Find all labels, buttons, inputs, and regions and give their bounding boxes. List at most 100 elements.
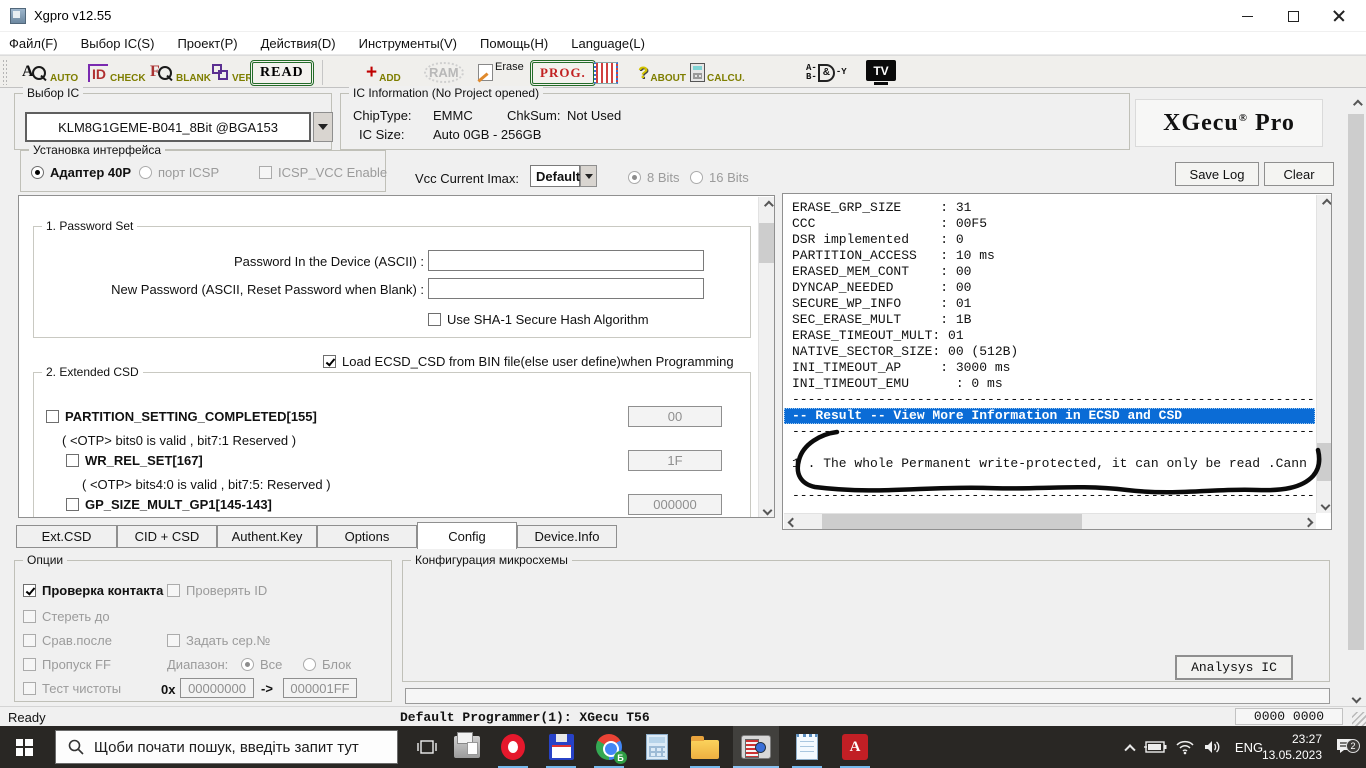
log-vscrollbar[interactable] [1316, 195, 1332, 513]
taskbar-icon-calculator[interactable] [634, 726, 680, 768]
range-all-radio[interactable]: Все [241, 657, 282, 672]
tab-config[interactable]: Config [417, 522, 517, 549]
taskbar-icon-acrobat[interactable]: A [832, 726, 878, 768]
skip-ff-checkbox[interactable]: Пропуск FF [23, 657, 111, 672]
prog-button[interactable]: PROG. [530, 56, 596, 89]
serial-number-checkbox[interactable]: Задать сер.№ [167, 633, 270, 648]
check-id-checkbox[interactable]: Проверять ID [167, 583, 267, 598]
log-text[interactable]: ERASE_GRP_SIZE : 31 CCC : 00F5 DSR imple… [784, 195, 1315, 513]
menu-select-ic[interactable]: Выбор IC(S) [81, 36, 155, 51]
taskbar-icon-notepad[interactable] [784, 726, 830, 768]
clean-test-checkbox[interactable]: Тест чистоты [23, 681, 121, 696]
config-panel-scrollbar[interactable] [758, 197, 774, 518]
ic-select-combobox[interactable]: KLM8G1GEME-B041_8Bit @BGA153 [25, 112, 311, 142]
taskbar-clock[interactable]: 23:27 13.05.2023 [1266, 726, 1322, 768]
calcu-button[interactable]: CALCU. [690, 56, 745, 89]
chip-test-button[interactable] [594, 56, 618, 89]
resize-grip[interactable] [1352, 712, 1366, 726]
tab-options[interactable]: Options [317, 525, 417, 548]
tv-button[interactable]: TV [866, 56, 896, 89]
tray-expand-button[interactable] [1118, 726, 1142, 768]
blank-button[interactable]: F BLANK [150, 56, 211, 89]
ic-select-dropdown-button[interactable] [313, 112, 333, 142]
ram-button[interactable]: RAM [424, 56, 464, 89]
bits16-radio[interactable]: 16 Bits [690, 170, 749, 185]
taskbar-icon-opera[interactable] [490, 726, 536, 768]
battery-indicator[interactable] [1140, 726, 1170, 768]
erase-before-checkbox[interactable]: Стереть до [23, 609, 110, 624]
wr-rel-set-checkbox[interactable]: WR_REL_SET[167] [66, 453, 203, 468]
maximize-button[interactable] [1270, 0, 1316, 32]
bits8-radio[interactable]: 8 Bits [628, 170, 680, 185]
compare-after-checkbox[interactable]: Срав.после [23, 633, 112, 648]
close-button[interactable] [1316, 0, 1362, 32]
scrollbar-thumb[interactable] [1317, 443, 1332, 481]
menu-project[interactable]: Проект(P) [177, 36, 237, 51]
notification-center-button[interactable]: 2 [1328, 726, 1362, 768]
main-vscrollbar[interactable] [1348, 96, 1364, 706]
scrollbar-thumb[interactable] [759, 223, 775, 263]
menu-actions[interactable]: Действия(D) [261, 36, 336, 51]
wr-rel-set-value[interactable]: 1F [628, 450, 722, 471]
scroll-down-button[interactable] [1317, 497, 1332, 513]
gp-size-mult-checkbox[interactable]: GP_SIZE_MULT_GP1[145-143] [66, 497, 272, 512]
log-result-row[interactable]: -- Result -- View More Information in EC… [784, 408, 1315, 424]
icsp-vcc-checkbox[interactable]: ICSP_VCC Enable [259, 165, 387, 180]
vcc-dropdown-button[interactable] [580, 165, 597, 187]
tab-device-info[interactable]: Device.Info [517, 525, 617, 548]
new-password-input[interactable] [428, 278, 704, 299]
tab-authent-key[interactable]: Authent.Key [217, 525, 317, 548]
menu-file[interactable]: Файл(F) [9, 36, 58, 51]
scroll-up-button[interactable] [1317, 195, 1332, 211]
taskbar-icon-xgpro[interactable] [733, 726, 779, 768]
taskbar-icon-chrome[interactable]: Б [586, 726, 632, 768]
range-block-radio[interactable]: Блок [303, 657, 351, 672]
addr-from-input[interactable]: 00000000 [180, 678, 254, 698]
tab-cid-csd[interactable]: CID + CSD [117, 525, 217, 548]
menu-language[interactable]: Language(L) [571, 36, 645, 51]
logic-gate-button[interactable]: A- B- & -Y [806, 56, 847, 89]
sha1-checkbox[interactable]: Use SHA-1 Secure Hash Algorithm [428, 312, 649, 327]
scroll-up-button[interactable] [759, 197, 775, 213]
taskbar-icon-scanner[interactable] [444, 726, 490, 768]
start-button[interactable] [0, 726, 48, 768]
scroll-left-button[interactable] [784, 514, 800, 530]
wifi-indicator[interactable] [1172, 726, 1198, 768]
password-device-input[interactable] [428, 250, 704, 271]
icsp-port-radio[interactable]: порт ICSP [139, 165, 219, 180]
minimize-button[interactable] [1224, 0, 1270, 32]
check-button[interactable]: ID CHECK [88, 56, 146, 89]
read-button[interactable]: READ [250, 56, 314, 89]
auto-button[interactable]: A AUTO [22, 56, 78, 89]
erase-button[interactable]: Erase [478, 56, 524, 89]
clear-button[interactable]: Clear [1264, 162, 1334, 186]
volume-indicator[interactable] [1200, 726, 1226, 768]
log-line: NATIVE_SECTOR_SIZE: 00 (512B) [792, 344, 1315, 360]
save-log-button[interactable]: Save Log [1175, 162, 1259, 186]
addr-to-input[interactable]: 000001FF [283, 678, 357, 698]
scroll-down-button[interactable] [1348, 690, 1364, 706]
tab-ext-csd[interactable]: Ext.CSD [16, 525, 117, 548]
about-button[interactable]: ? ABOUT [638, 56, 686, 89]
partition-setting-value[interactable]: 00 [628, 406, 722, 427]
menu-help[interactable]: Помощь(H) [480, 36, 548, 51]
vcc-combobox[interactable]: Default [530, 165, 580, 187]
partition-setting-checkbox[interactable]: PARTITION_SETTING_COMPLETED[155] [46, 409, 317, 424]
scroll-down-button[interactable] [759, 502, 775, 518]
analysys-ic-button[interactable]: Analysys IC [1175, 655, 1293, 680]
scrollbar-thumb[interactable] [1348, 114, 1364, 650]
gp-size-mult-value[interactable]: 000000 [628, 494, 722, 515]
adapter-40p-radio[interactable]: Адаптер 40P [31, 165, 131, 180]
scroll-right-button[interactable] [1300, 514, 1316, 530]
taskbar-icon-floppy[interactable] [538, 726, 584, 768]
menu-tools[interactable]: Инструменты(V) [359, 36, 457, 51]
toolbar-grip [3, 60, 8, 85]
taskbar-icon-explorer[interactable] [682, 726, 728, 768]
scrollbar-thumb[interactable] [822, 514, 1082, 530]
taskbar-search-input[interactable]: Щоби почати пошук, введіть запит тут [55, 730, 398, 764]
pin-check-checkbox[interactable]: Проверка контакта PIN [23, 583, 189, 598]
add-button[interactable]: + ADD [366, 56, 401, 89]
scroll-up-button[interactable] [1348, 96, 1364, 112]
load-ecsd-checkbox[interactable]: Load ECSD_CSD from BIN file(else user de… [323, 354, 734, 369]
log-hscrollbar[interactable] [784, 513, 1316, 529]
